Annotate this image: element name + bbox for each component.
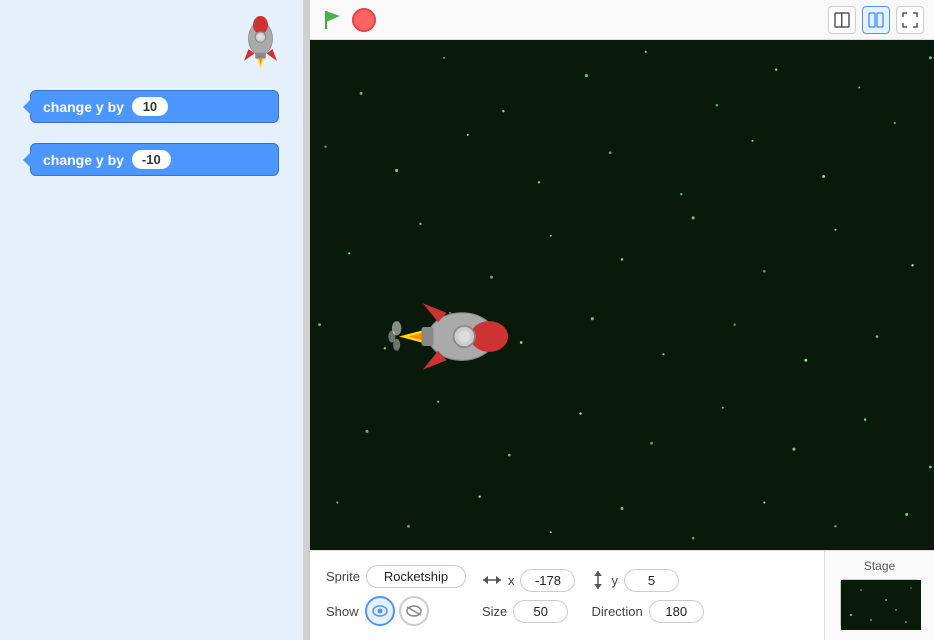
sprite-name-row: Sprite Rocketship	[326, 565, 466, 588]
block-label-2: change y by	[43, 152, 124, 168]
stage-label: Stage	[864, 559, 895, 573]
sprite-show-row: Show	[326, 596, 466, 626]
stop-button[interactable]	[352, 8, 376, 32]
main-layout: change y by 10 change y by -10	[0, 0, 934, 640]
stage-thumbnail[interactable]	[840, 579, 920, 629]
stage-thumb-preview	[841, 580, 921, 630]
x-axis-icon	[482, 573, 502, 587]
size-label: Size	[482, 604, 507, 619]
size-value[interactable]: 50	[513, 600, 568, 623]
sprite-info-panel: Sprite Rocketship Show	[310, 551, 824, 640]
y-label: y	[611, 573, 618, 588]
sprite-show-label: Show	[326, 604, 359, 619]
block-value-2[interactable]: -10	[132, 150, 171, 169]
layout-mode-2-button[interactable]	[862, 6, 890, 34]
toolbar-right	[828, 6, 924, 34]
layout-icon-1	[834, 12, 850, 28]
y-value[interactable]: 5	[624, 569, 679, 592]
direction-row: Direction 180	[591, 600, 703, 623]
direction-value[interactable]: 180	[649, 600, 704, 623]
eye-closed-icon	[406, 605, 422, 617]
size-row: Size 50	[482, 600, 576, 623]
eye-open-icon	[372, 605, 388, 617]
layout-mode-1-button[interactable]	[828, 6, 856, 34]
stage-toolbar	[310, 0, 934, 40]
x-coord-row: x -178	[482, 569, 576, 592]
block-change-y-negative[interactable]: change y by -10	[30, 143, 279, 176]
sprite-thumbnail-area	[0, 0, 309, 70]
panel-resizer[interactable]	[303, 0, 309, 640]
sprite-name-value[interactable]: Rocketship	[366, 565, 466, 588]
block-change-y-positive[interactable]: change y by 10	[30, 90, 279, 123]
block-label-1: change y by	[43, 99, 124, 115]
show-hidden-button[interactable]	[399, 596, 429, 626]
sprite-name-group: Sprite Rocketship Show	[326, 565, 466, 626]
stage-canvas	[310, 40, 934, 550]
stage-panel: Stage	[824, 551, 934, 640]
x-value[interactable]: -178	[520, 569, 575, 592]
green-flag-button[interactable]	[320, 8, 344, 32]
y-coord-row: y 5	[591, 569, 703, 592]
x-label: x	[508, 573, 515, 588]
sprite-icon	[229, 10, 289, 70]
sprite-name-label: Sprite	[326, 569, 360, 584]
yd-group: y 5 Direction 180	[591, 569, 703, 623]
blocks-area: change y by 10 change y by -10	[0, 70, 309, 196]
direction-label: Direction	[591, 604, 642, 619]
toolbar-left	[320, 8, 376, 32]
fullscreen-button[interactable]	[896, 6, 924, 34]
fullscreen-icon	[902, 12, 918, 28]
xy-group: x -178 Size 50	[482, 569, 576, 623]
bottom-section: Sprite Rocketship Show	[310, 550, 934, 640]
left-panel: change y by 10 change y by -10	[0, 0, 310, 640]
show-visible-button[interactable]	[365, 596, 395, 626]
y-axis-icon	[591, 570, 605, 590]
right-panel: Sprite Rocketship Show	[310, 0, 934, 640]
block-value-1[interactable]: 10	[132, 97, 168, 116]
layout-icon-2	[868, 12, 884, 28]
stars-background	[310, 40, 934, 550]
show-buttons	[365, 596, 429, 626]
